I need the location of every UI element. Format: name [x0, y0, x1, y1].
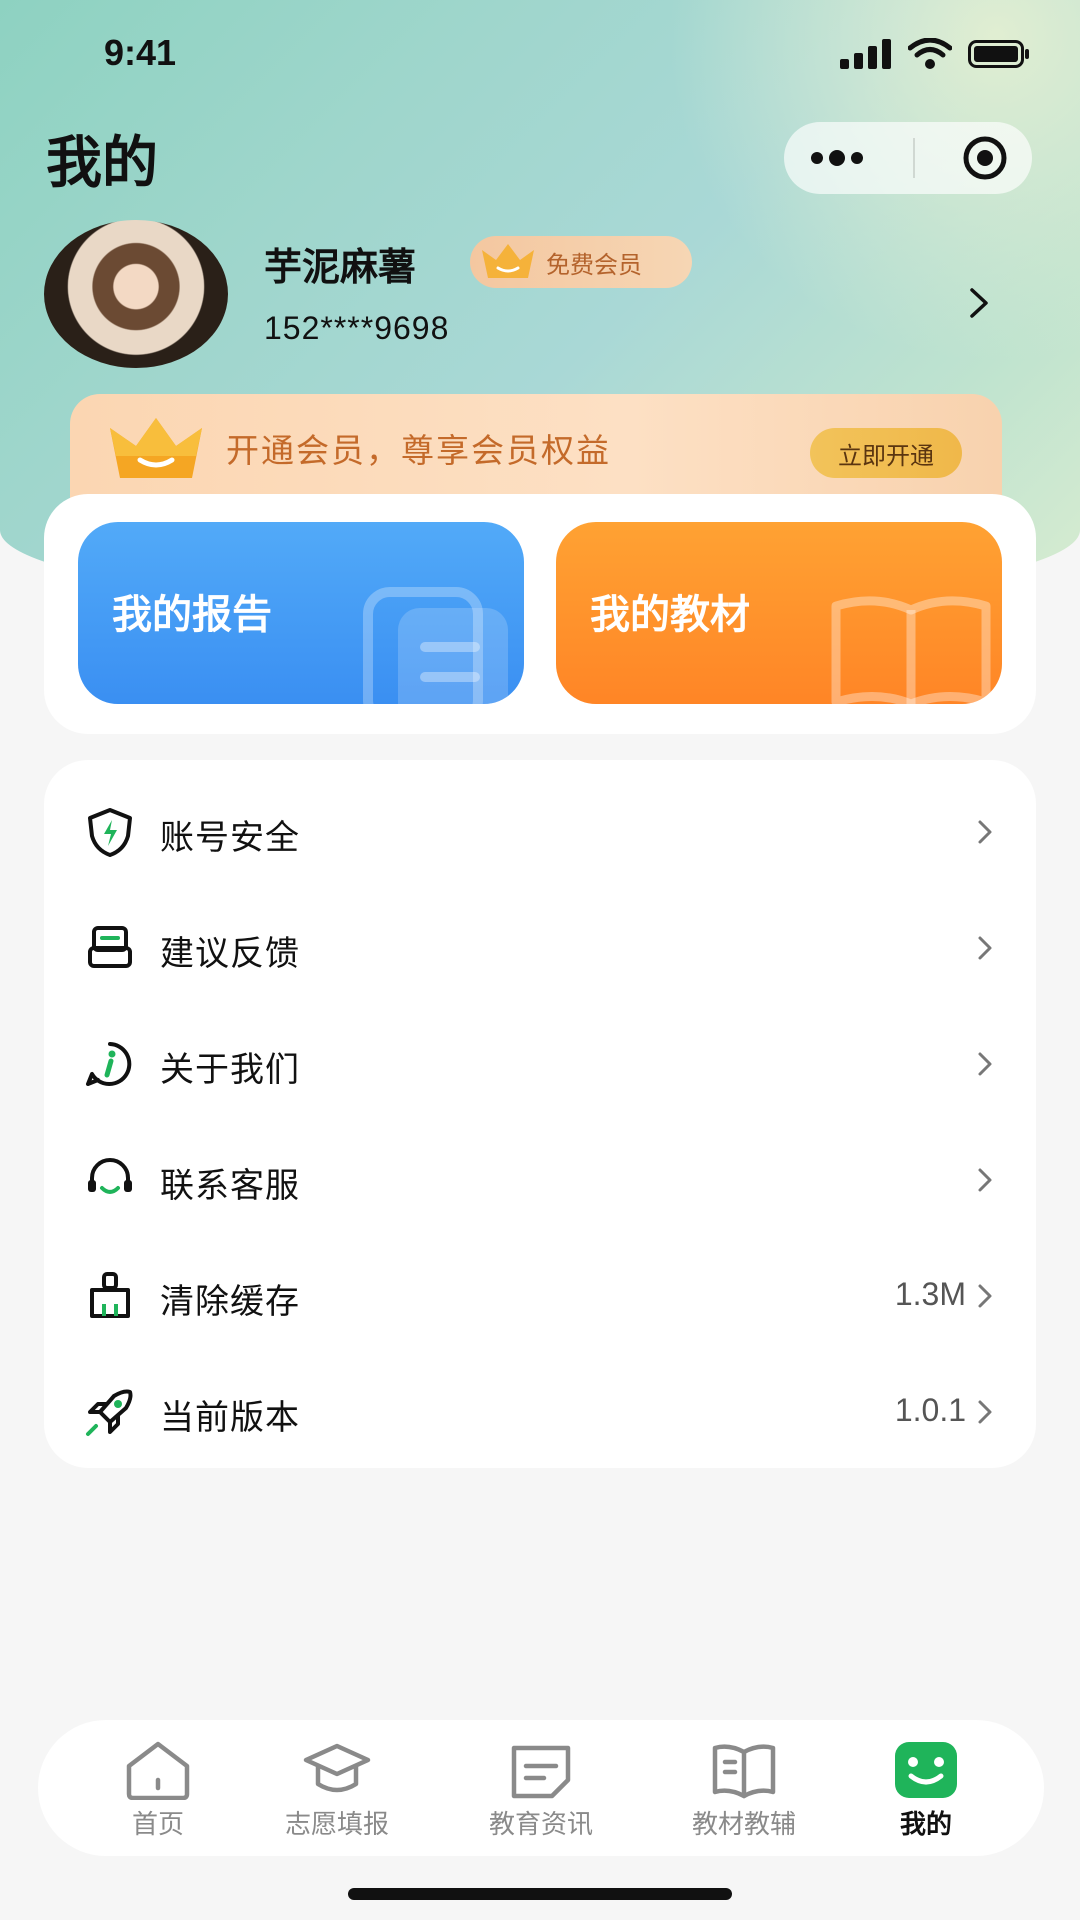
bottom-tab-bar: 首页 志愿填报 教育资讯 教材教辅 我的	[38, 1720, 1044, 1856]
member-badge-label: 免费会员	[546, 250, 642, 279]
page-title: 我的	[46, 131, 158, 196]
menu-item-current-version[interactable]: 当前版本 1.0.1	[44, 1354, 1036, 1470]
shield-icon	[88, 808, 132, 857]
tab-label: 我的	[899, 1810, 952, 1840]
member-badge: 免费会员	[470, 236, 692, 288]
tab-label: 教育资讯	[488, 1810, 593, 1840]
battery-icon	[968, 40, 1029, 68]
my-textbooks-label: 我的教材	[590, 592, 750, 638]
chevron-right-icon	[978, 1052, 992, 1076]
chevron-right-icon	[978, 1168, 992, 1192]
my-textbooks-button[interactable]: 我的教材	[556, 522, 1002, 704]
activate-vip-button[interactable]: 立即开通	[810, 428, 962, 478]
chevron-right-icon	[978, 1400, 992, 1424]
tab-home[interactable]: 首页	[78, 1740, 238, 1844]
broom-icon	[90, 1272, 130, 1318]
tab-label: 志愿填报	[284, 1810, 389, 1840]
status-icons	[840, 38, 1030, 70]
smiley-icon	[895, 1742, 957, 1798]
rocket-icon	[86, 1389, 133, 1436]
menu-item-customer-service[interactable]: 联系客服	[44, 1122, 1036, 1238]
tab-mine[interactable]: 我的	[846, 1740, 1006, 1844]
chevron-right-icon	[978, 936, 992, 960]
menu-label: 当前版本	[160, 1398, 300, 1438]
graduation-cap-icon	[303, 1743, 371, 1793]
tab-application-filling[interactable]: 志愿填报	[257, 1740, 417, 1844]
app-version: 1.0.1	[894, 1392, 966, 1428]
chevron-right-icon	[978, 1284, 992, 1308]
mini-program-capsule	[784, 122, 1032, 194]
profile-chevron-icon[interactable]	[966, 286, 992, 320]
avatar[interactable]	[44, 220, 228, 368]
document-icon	[363, 587, 508, 704]
settings-menu: 账号安全 建议反馈 关于我们 联系客服 清除缓存 1.3M 当前版本 1.0.1	[44, 760, 1036, 1468]
menu-label: 账号安全	[160, 818, 300, 858]
open-book-icon	[831, 596, 991, 704]
menu-label: 联系客服	[160, 1166, 300, 1206]
vip-crown-icon	[110, 418, 202, 478]
signal-icon	[840, 39, 891, 69]
menu-label: 建议反馈	[160, 934, 300, 974]
phone-number: 152****9698	[264, 310, 450, 346]
tab-label: 首页	[131, 1810, 184, 1840]
menu-label: 关于我们	[160, 1050, 300, 1090]
vip-banner-text: 开通会员，尊享会员权益	[226, 431, 611, 470]
username: 芋泥麻薯	[264, 245, 417, 289]
menu-item-clear-cache[interactable]: 清除缓存 1.3M	[44, 1238, 1036, 1354]
info-icon	[86, 1042, 132, 1086]
wifi-icon	[908, 38, 952, 69]
menu-item-account-security[interactable]: 账号安全	[44, 774, 1036, 890]
feedback-icon	[88, 926, 132, 968]
my-reports-label: 我的报告	[112, 592, 272, 638]
status-time: 9:41	[104, 32, 177, 73]
quick-actions-card: 我的报告 我的教材	[44, 494, 1036, 734]
cache-size: 1.3M	[894, 1276, 966, 1312]
home-indicator	[348, 1888, 732, 1900]
news-icon	[511, 1745, 571, 1799]
home-icon	[126, 1741, 190, 1800]
chevron-right-icon	[978, 820, 992, 844]
my-reports-button[interactable]: 我的报告	[78, 522, 524, 704]
tab-textbooks[interactable]: 教材教辅	[664, 1740, 824, 1844]
capsule-divider	[913, 138, 915, 178]
crown-icon	[482, 244, 534, 278]
vip-banner[interactable]: 开通会员，尊享会员权益 立即开通	[70, 394, 1002, 504]
status-bar: 9:41	[0, 0, 1080, 110]
book-icon	[712, 1744, 776, 1799]
menu-label: 清除缓存	[160, 1282, 300, 1322]
menu-item-about-us[interactable]: 关于我们	[44, 1006, 1036, 1122]
tab-label: 教材教辅	[691, 1810, 796, 1840]
close-target-icon[interactable]	[961, 134, 1009, 182]
more-icon[interactable]	[807, 148, 867, 168]
tab-education-news[interactable]: 教育资讯	[461, 1740, 621, 1844]
headset-icon	[88, 1158, 132, 1194]
menu-item-feedback[interactable]: 建议反馈	[44, 890, 1036, 1006]
